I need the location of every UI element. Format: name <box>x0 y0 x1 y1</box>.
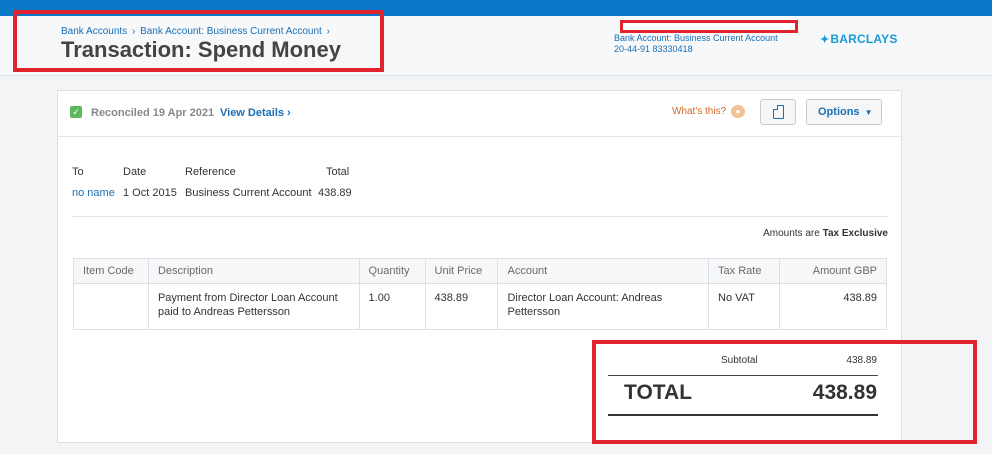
account-name: Bank Account: Business Current Account <box>614 33 778 43</box>
cell-unit-price: 438.89 <box>424 283 499 330</box>
page-title: Transaction: Spend Money <box>61 37 341 62</box>
cell-account: Director Loan Account: Andreas Pettersso… <box>497 283 710 330</box>
breadcrumb-separator: › <box>326 26 330 37</box>
panel-header: ✓ Reconciled 19 Apr 2021 View Details › … <box>58 91 901 137</box>
col-item-code: Item Code <box>73 258 149 284</box>
reconciled-status: Reconciled 19 Apr 2021 <box>91 107 215 119</box>
top-accent-bar <box>0 0 992 16</box>
options-button[interactable]: Options ▼ <box>806 99 882 125</box>
subtotal-label: Subtotal <box>721 355 758 366</box>
total-value: 438.89 <box>812 381 877 404</box>
eagle-icon: ✦ <box>820 34 830 46</box>
subtotal-value: 438.89 <box>846 355 877 366</box>
whats-this-link[interactable]: What's this? <box>672 106 726 117</box>
help-bubble-icon[interactable]: ● <box>731 105 745 118</box>
summary-header-total: Total <box>326 166 350 178</box>
breadcrumb: Bank Accounts › Bank Account: Business C… <box>61 26 332 37</box>
col-unit-price: Unit Price <box>424 258 499 284</box>
account-number: 20-44-91 83330418 <box>614 44 693 54</box>
tax-mode-value: Tax Exclusive <box>822 228 888 239</box>
breadcrumb-bank-account[interactable]: Bank Account: Business Current Account <box>140 26 322 37</box>
total-top-rule <box>608 375 878 376</box>
contact-link[interactable]: no name <box>72 187 115 199</box>
options-label: Options <box>818 106 860 118</box>
divider <box>72 216 889 217</box>
chevron-down-icon: ▼ <box>864 108 873 117</box>
page-header: Bank Accounts › Bank Account: Business C… <box>0 16 992 76</box>
breadcrumb-separator: › <box>131 26 136 37</box>
total-label: TOTAL <box>624 381 693 404</box>
copy-icon <box>773 105 784 119</box>
tax-mode: Amounts are Tax Exclusive <box>763 228 888 239</box>
line-items-table: Item Code Description Quantity Unit Pric… <box>73 258 887 330</box>
reconciled-check-icon: ✓ <box>70 106 82 118</box>
col-tax-rate: Tax Rate <box>708 258 781 284</box>
tax-mode-prefix: Amounts are <box>763 228 823 239</box>
copy-button[interactable] <box>760 99 796 125</box>
total-bottom-rule <box>608 414 878 416</box>
col-description: Description <box>147 258 360 284</box>
summary-header-reference: Reference <box>185 166 236 178</box>
summary-header-date: Date <box>123 166 147 178</box>
summary-reference: Business Current Account <box>185 187 312 199</box>
table-header-row: Item Code Description Quantity Unit Pric… <box>73 258 887 284</box>
account-redaction-box <box>620 20 798 33</box>
summary-header-to: To <box>72 166 84 178</box>
cell-item-code <box>73 283 149 330</box>
cell-description: Payment from Director Loan Account paid … <box>147 283 360 330</box>
col-quantity: Quantity <box>358 258 426 284</box>
col-account: Account <box>497 258 710 284</box>
cell-tax-rate: No VAT <box>708 283 781 330</box>
breadcrumb-bank-accounts[interactable]: Bank Accounts <box>61 26 127 37</box>
account-info[interactable]: Bank Account: Business Current Account 2… <box>614 33 778 55</box>
table-row[interactable]: Payment from Director Loan Account paid … <box>73 283 887 330</box>
cell-amount: 438.89 <box>779 283 887 330</box>
col-amount: Amount GBP <box>779 258 887 284</box>
summary-total: 438.89 <box>318 187 352 199</box>
cell-quantity: 1.00 <box>358 283 426 330</box>
summary-date: 1 Oct 2015 <box>123 187 177 199</box>
bank-logo-text: BARCLAYS <box>830 32 898 46</box>
view-details-link[interactable]: View Details › <box>220 107 291 119</box>
bank-logo: ✦BARCLAYS <box>820 32 898 46</box>
transaction-panel: ✓ Reconciled 19 Apr 2021 View Details › … <box>57 90 902 443</box>
